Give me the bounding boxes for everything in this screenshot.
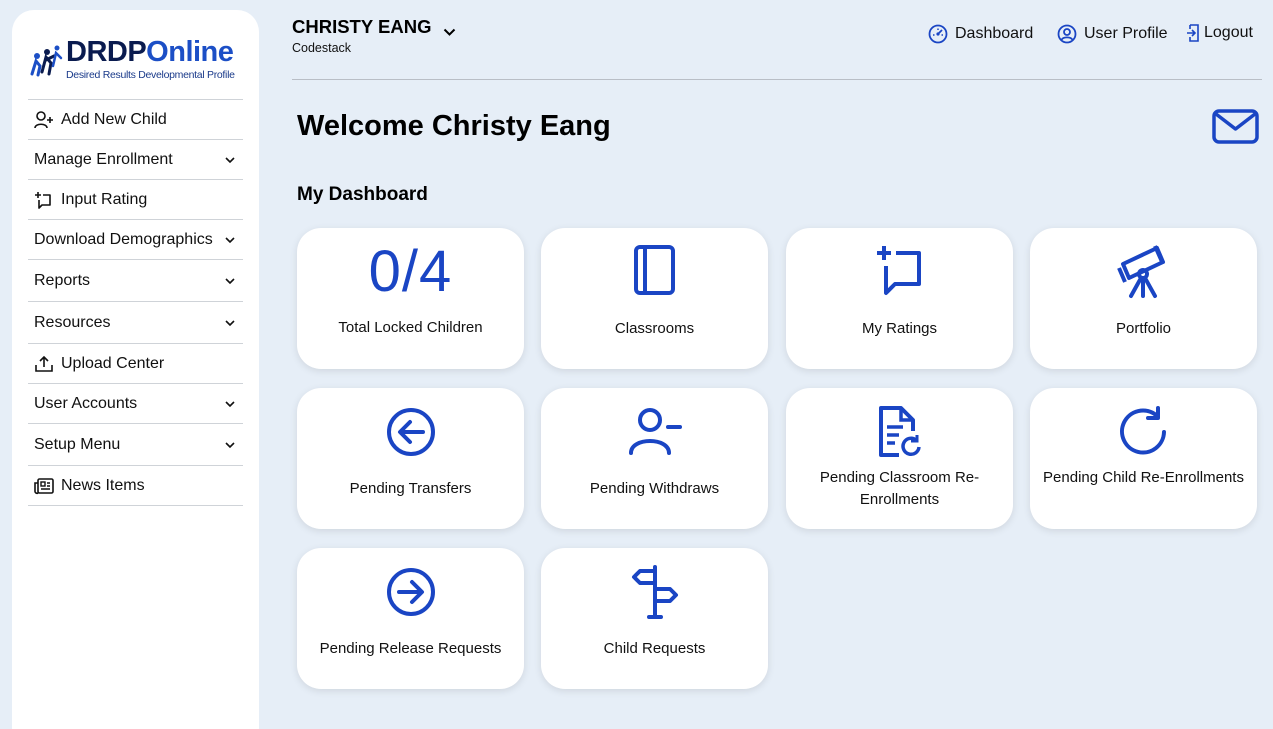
card-my-ratings[interactable]: My Ratings bbox=[786, 228, 1013, 369]
user-circle-icon bbox=[1057, 24, 1077, 44]
card-total-locked-children[interactable]: 0/4 Total Locked Children bbox=[297, 228, 524, 369]
nav-dashboard-link[interactable]: Dashboard bbox=[928, 24, 1033, 44]
sidebar-item-label: Input Rating bbox=[61, 190, 148, 208]
nav-logout-label: Logout bbox=[1204, 24, 1253, 41]
chevron-down-icon bbox=[225, 441, 235, 448]
nav-logout-link[interactable]: Logout bbox=[1186, 24, 1253, 42]
news-icon bbox=[34, 475, 56, 497]
welcome-heading: Welcome Christy Eang bbox=[297, 110, 611, 142]
sidebar-item-download-demographics[interactable]: Download Demographics bbox=[28, 220, 243, 260]
nav-dashboard-label: Dashboard bbox=[955, 25, 1034, 42]
sidebar-item-user-accounts[interactable]: User Accounts bbox=[28, 384, 243, 424]
card-label: Classrooms bbox=[614, 320, 695, 337]
user-minus-icon bbox=[541, 402, 768, 462]
mail-icon[interactable] bbox=[1212, 109, 1259, 144]
sidebar-item-label: Setup Menu bbox=[34, 435, 121, 453]
telescope-icon bbox=[1030, 242, 1257, 302]
sidebar-item-reports[interactable]: Reports bbox=[28, 260, 243, 302]
sidebar: DRDPOnline Desired Results Developmental… bbox=[12, 10, 259, 729]
chevron-down-icon bbox=[225, 319, 235, 326]
card-label: Pending Child Re-Enrollments bbox=[1043, 469, 1244, 486]
card-label: Pending Transfers bbox=[349, 480, 472, 497]
card-child-requests[interactable]: Child Requests bbox=[541, 548, 768, 689]
sidebar-item-setup-menu[interactable]: Setup Menu bbox=[28, 424, 243, 466]
signpost-icon bbox=[541, 562, 768, 622]
book-icon bbox=[541, 242, 768, 302]
sidebar-item-label: Download Demographics bbox=[34, 230, 213, 248]
card-pending-transfers[interactable]: Pending Transfers bbox=[297, 388, 524, 529]
brand-tagline: Desired Results Developmental Profile bbox=[66, 69, 235, 81]
card-label: Total Locked Children bbox=[338, 319, 483, 336]
chevron-down-icon[interactable] bbox=[443, 27, 456, 37]
arrow-right-circle-icon bbox=[297, 562, 524, 622]
section-title: My Dashboard bbox=[297, 184, 428, 205]
sidebar-nav: Add New Child Manage Enrollment Input Ra… bbox=[28, 99, 243, 506]
nav-user-profile-link[interactable]: User Profile bbox=[1057, 24, 1168, 44]
card-label: Pending Withdraws bbox=[589, 480, 720, 497]
sidebar-item-input-rating[interactable]: Input Rating bbox=[28, 180, 243, 220]
arrow-left-circle-icon bbox=[297, 402, 524, 462]
sidebar-item-label: Resources bbox=[34, 313, 111, 331]
file-refresh-icon bbox=[786, 402, 1013, 462]
upload-icon bbox=[34, 353, 56, 375]
card-label: Pending Release Requests bbox=[319, 640, 502, 657]
drdp-logo[interactable]: DRDPOnline Desired Results Developmental… bbox=[28, 36, 248, 84]
card-label: Child Requests bbox=[603, 640, 706, 657]
logo-figures-icon bbox=[30, 45, 63, 77]
sidebar-item-resources[interactable]: Resources bbox=[28, 302, 243, 344]
sidebar-item-add-new-child[interactable]: Add New Child bbox=[28, 100, 243, 140]
sidebar-item-label: Manage Enrollment bbox=[34, 150, 173, 168]
sidebar-item-label: Reports bbox=[34, 271, 91, 289]
logout-icon bbox=[1187, 24, 1199, 42]
brand-name: DRDPOnline bbox=[66, 36, 234, 68]
add-user-icon bbox=[34, 109, 56, 131]
rating-icon bbox=[786, 242, 1013, 302]
card-label: My Ratings bbox=[861, 320, 938, 337]
sidebar-item-upload-center[interactable]: Upload Center bbox=[28, 344, 243, 384]
sidebar-item-label: Add New Child bbox=[61, 110, 167, 128]
card-pending-child-re-enrollments[interactable]: Pending Child Re-Enrollments bbox=[1030, 388, 1257, 529]
card-pending-withdraws[interactable]: Pending Withdraws bbox=[541, 388, 768, 529]
nav-user-profile-label: User Profile bbox=[1084, 25, 1168, 42]
organization-name: Codestack bbox=[292, 41, 352, 55]
sidebar-item-news-items[interactable]: News Items bbox=[28, 466, 243, 506]
chevron-down-icon bbox=[225, 400, 235, 407]
chevron-down-icon bbox=[225, 236, 235, 243]
chevron-down-icon bbox=[225, 277, 235, 284]
sidebar-item-manage-enrollment[interactable]: Manage Enrollment bbox=[28, 140, 243, 180]
card-portfolio[interactable]: Portfolio bbox=[1030, 228, 1257, 369]
card-classrooms[interactable]: Classrooms bbox=[541, 228, 768, 369]
dashboard-gauge-icon bbox=[928, 24, 948, 44]
user-name[interactable]: CHRISTY EANG bbox=[292, 16, 431, 38]
sidebar-item-label: News Items bbox=[61, 476, 145, 494]
header-divider bbox=[292, 79, 1262, 80]
chevron-down-icon bbox=[225, 156, 235, 163]
locked-children-count: 0/4 bbox=[368, 239, 453, 304]
card-label: Portfolio bbox=[1115, 320, 1172, 337]
card-pending-release-requests[interactable]: Pending Release Requests bbox=[297, 548, 524, 689]
card-pending-classroom-re-enrollments[interactable]: Pending Classroom Re-Enrollments bbox=[786, 388, 1013, 529]
card-label: Pending Classroom Re-Enrollments bbox=[819, 469, 980, 508]
refresh-icon bbox=[1030, 402, 1257, 462]
sidebar-item-label: Upload Center bbox=[61, 354, 165, 372]
sidebar-item-label: User Accounts bbox=[34, 394, 138, 412]
rating-icon bbox=[34, 189, 56, 211]
